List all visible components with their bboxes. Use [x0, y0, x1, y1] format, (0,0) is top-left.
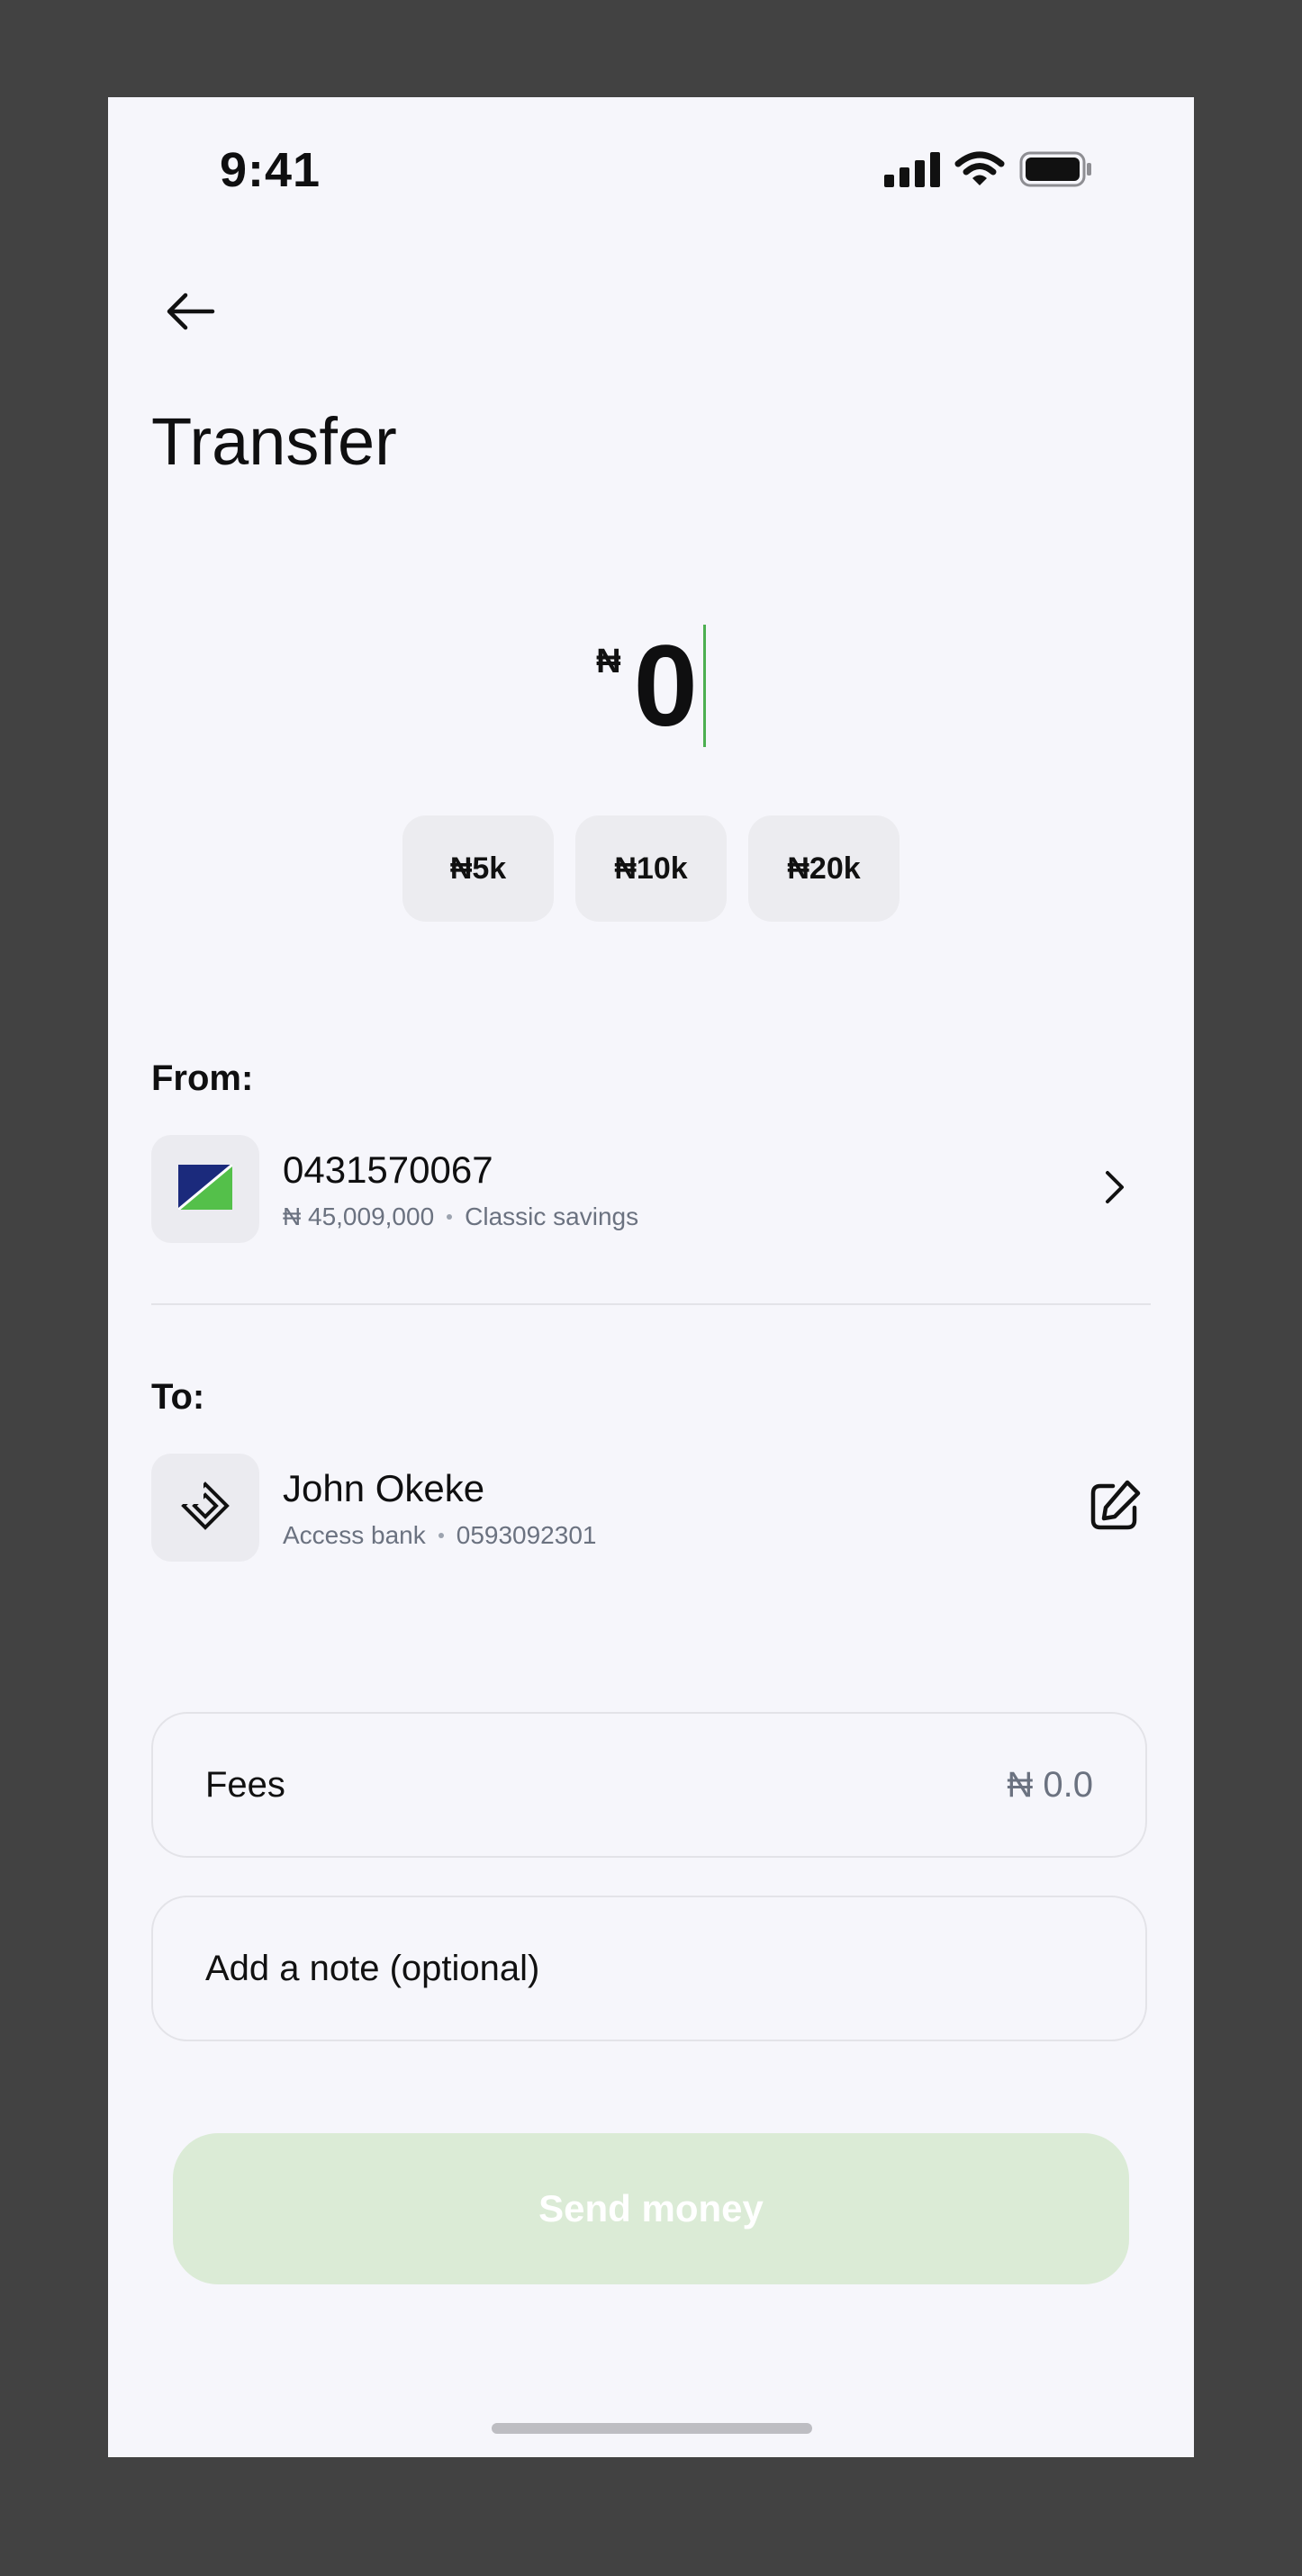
from-account-type: Classic savings [465, 1202, 639, 1230]
text-caret [702, 625, 706, 747]
access-bank-logo-icon [180, 1480, 231, 1536]
from-bank-logo [151, 1135, 259, 1243]
fees-label: Fees [205, 1764, 285, 1805]
page-title: Transfer [151, 404, 397, 479]
bank-logo-icon [177, 1163, 233, 1214]
back-button[interactable] [155, 277, 227, 349]
wifi-icon [954, 151, 1005, 187]
status-icons [884, 151, 1093, 187]
note-placeholder: Add a note (optional) [205, 1948, 540, 1988]
recipient-name: John Okeke [283, 1467, 485, 1509]
section-divider [151, 1303, 1151, 1305]
amount-currency-symbol: ₦ [596, 643, 621, 680]
edit-recipient-button[interactable] [1079, 1472, 1151, 1544]
from-account-number: 0431570067 [283, 1148, 493, 1191]
separator-dot [438, 1533, 444, 1538]
amount-input[interactable]: ₦ 0 [108, 619, 1194, 763]
from-account-row[interactable]: 0431570067 ₦ 45,009,000 Classic savings [151, 1134, 1151, 1244]
quick-amount-10k-button[interactable]: ₦10k [575, 815, 727, 922]
recipient-account-number: 0593092301 [456, 1521, 597, 1549]
send-money-button[interactable]: Send money [173, 2133, 1129, 2284]
phone-screen: 9:41 Transfer ₦ 0 ₦5k ₦10k ₦20k From: 04… [108, 97, 1194, 2457]
to-recipient-row: John Okeke Access bank 0593092301 [151, 1453, 1151, 1563]
home-indicator[interactable] [492, 2423, 812, 2434]
note-field[interactable]: Add a note (optional) [151, 1896, 1147, 2041]
from-account-meta: ₦ 45,009,000 Classic savings [283, 1202, 1079, 1231]
amount-value: 0 [633, 622, 698, 751]
from-account-info: 0431570067 ₦ 45,009,000 Classic savings [283, 1147, 1079, 1231]
change-from-account-button[interactable] [1079, 1153, 1151, 1225]
fees-field: Fees ₦ 0.0 [151, 1712, 1147, 1858]
edit-icon [1086, 1477, 1144, 1539]
to-label: To: [151, 1377, 205, 1417]
status-time: 9:41 [220, 143, 321, 197]
from-account-balance: ₦ 45,009,000 [283, 1202, 435, 1230]
to-bank-logo [151, 1454, 259, 1562]
separator-dot [447, 1214, 453, 1220]
quick-amounts: ₦5k ₦10k ₦20k [108, 815, 1194, 922]
recipient-bank: Access bank [283, 1521, 426, 1549]
fees-value: ₦ 0.0 [1007, 1764, 1093, 1805]
signal-icon [884, 151, 940, 187]
quick-amount-20k-button[interactable]: ₦20k [748, 815, 900, 922]
to-recipient-info: John Okeke Access bank 0593092301 [283, 1465, 1079, 1550]
from-label: From: [151, 1058, 254, 1098]
recipient-meta: Access bank 0593092301 [283, 1521, 1079, 1550]
arrow-left-icon [166, 292, 216, 336]
battery-icon [1019, 151, 1093, 187]
quick-amount-5k-button[interactable]: ₦5k [402, 815, 554, 922]
chevron-right-icon [1102, 1167, 1127, 1211]
